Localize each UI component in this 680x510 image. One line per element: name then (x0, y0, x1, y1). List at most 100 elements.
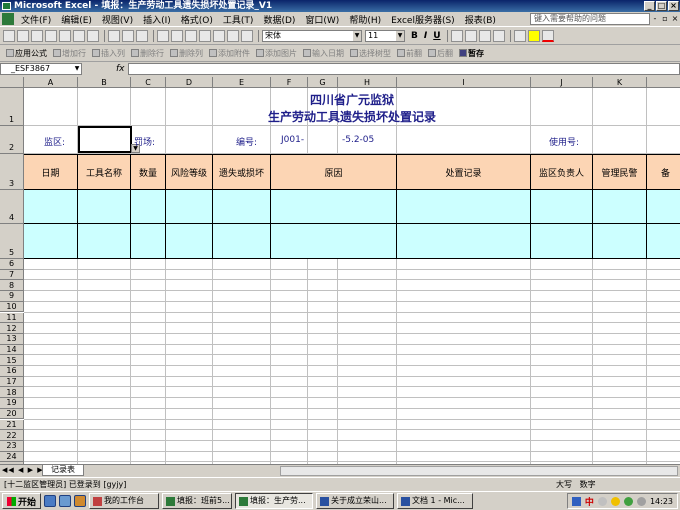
menu-report[interactable]: 报表(B) (460, 13, 501, 26)
row-header-18[interactable]: 18 (0, 387, 24, 399)
horizontal-scrollbar[interactable] (280, 466, 678, 476)
row-header-14[interactable]: 14 (0, 344, 24, 356)
menu-help[interactable]: 帮助(H) (344, 13, 386, 26)
row-header-5[interactable]: 5 (0, 224, 24, 259)
zoom-icon[interactable] (241, 30, 253, 42)
task-fill-production[interactable]: 填报：生产劳... (235, 493, 314, 509)
menu-window[interactable]: 窗口(W) (300, 13, 344, 26)
row-header-19[interactable]: 19 (0, 398, 24, 409)
menu-file[interactable]: 文件(F) (16, 13, 56, 26)
header-reason[interactable]: 原因 (271, 154, 397, 190)
task-about-rongshan[interactable]: 关于成立荣山... (316, 493, 395, 509)
header-disposal-record[interactable]: 处置记录 (397, 154, 531, 190)
row-header-1[interactable]: 1 (0, 88, 24, 126)
row-header-11[interactable]: 11 (0, 312, 24, 324)
column-header-h[interactable]: H (338, 77, 397, 88)
page-forward-button[interactable]: 后翻 (425, 48, 456, 59)
menu-tools[interactable]: 工具(T) (218, 13, 259, 26)
sort-ascending-icon[interactable] (213, 30, 225, 42)
hyperlink-icon[interactable] (185, 30, 197, 42)
spelling-icon[interactable] (87, 30, 99, 42)
column-header-g[interactable]: G (308, 77, 338, 88)
doc-minimize-icon[interactable]: - (651, 14, 659, 23)
table-row[interactable] (24, 190, 680, 224)
fill-color-icon[interactable] (527, 30, 540, 42)
borders-icon[interactable] (513, 30, 526, 42)
row-header-15[interactable]: 15 (0, 355, 24, 366)
header-area-manager[interactable]: 监区负责人 (531, 154, 593, 190)
font-color-icon[interactable] (541, 30, 554, 42)
menu-insert[interactable]: 插入(I) (138, 13, 176, 26)
help-search-input[interactable]: 键入需要帮助的问题 (530, 13, 650, 25)
font-size-select[interactable]: 11 ▼ (365, 30, 405, 42)
column-header-j[interactable]: J (531, 77, 593, 88)
header-remarks[interactable]: 备 (647, 154, 680, 190)
select-tree-button[interactable]: 选择树型 (347, 48, 394, 59)
header-date[interactable]: 日期 (24, 154, 78, 190)
print-icon[interactable] (59, 30, 71, 42)
show-desktop-icon[interactable] (59, 495, 72, 507)
copy-icon[interactable] (122, 30, 134, 42)
temp-save-button[interactable]: 暂存 (456, 48, 487, 59)
column-header-d[interactable]: D (166, 77, 213, 88)
row-header-21[interactable]: 21 (0, 419, 24, 431)
undo-icon[interactable] (157, 30, 169, 42)
volume-icon[interactable] (636, 496, 646, 506)
column-header-f[interactable]: F (271, 77, 308, 88)
input-date-button[interactable]: 输入日期 (300, 48, 347, 59)
row-header-4[interactable]: 4 (0, 190, 24, 224)
row-header-24[interactable]: 24 (0, 451, 24, 463)
header-quantity[interactable]: 数量 (131, 154, 166, 190)
menu-view[interactable]: 视图(V) (97, 13, 138, 26)
add-row-button[interactable]: 增加行 (50, 48, 89, 59)
merge-center-icon[interactable] (492, 30, 505, 42)
paste-icon[interactable] (136, 30, 148, 42)
area-input-cell[interactable] (78, 126, 132, 153)
row-header-2[interactable]: 2 (0, 126, 24, 154)
insert-column-button[interactable]: 插入列 (89, 48, 128, 59)
row-header-8[interactable]: 8 (0, 280, 24, 292)
row-header-10[interactable]: 10 (0, 301, 24, 313)
header-risk-level[interactable]: 风险等级 (166, 154, 213, 190)
column-header-k[interactable]: K (593, 77, 647, 88)
cut-icon[interactable] (108, 30, 120, 42)
close-button[interactable]: × (668, 1, 679, 11)
print-preview-icon[interactable] (73, 30, 85, 42)
font-name-select[interactable]: 宋体 ▼ (262, 30, 362, 42)
menu-edit[interactable]: 编辑(E) (56, 13, 97, 26)
table-row[interactable] (24, 224, 680, 259)
header-officer[interactable]: 管理民警 (593, 154, 647, 190)
add-attachment-button[interactable]: 添加附件 (206, 48, 253, 59)
task-document1[interactable]: 文档 1 - Mic... (397, 493, 474, 509)
start-button[interactable]: 开始 (2, 493, 42, 509)
column-header-c[interactable]: C (131, 77, 166, 88)
row-header-22[interactable]: 22 (0, 430, 24, 441)
row-header-20[interactable]: 20 (0, 408, 24, 420)
row-header-16[interactable]: 16 (0, 366, 24, 377)
open-folder-icon[interactable] (17, 30, 29, 42)
ime-indicator[interactable]: 中 (585, 495, 594, 508)
row-header-7[interactable]: 7 (0, 269, 24, 281)
permission-icon[interactable] (45, 30, 57, 42)
doc-restore-icon[interactable]: ▫ (661, 14, 669, 23)
chart-wizard-icon[interactable] (227, 30, 239, 42)
bold-button[interactable]: B (408, 31, 421, 41)
save-icon[interactable] (31, 30, 43, 42)
select-all-corner[interactable] (0, 77, 24, 88)
moon-icon[interactable] (597, 496, 607, 506)
header-tool-name[interactable]: 工具名称 (78, 154, 131, 190)
menu-data[interactable]: 数据(D) (258, 13, 300, 26)
row-header-3[interactable]: 3 (0, 154, 24, 190)
sheet-tab-record[interactable]: 记录表 (42, 465, 84, 476)
keyboard-icon[interactable] (571, 496, 581, 506)
worksheet-grid[interactable]: A B C D E F G H I J K 1 2 3 4 5 四川省广元监狱 … (0, 77, 680, 464)
italic-button[interactable]: I (421, 31, 430, 41)
row-header-13[interactable]: 13 (0, 333, 24, 345)
row-header-6[interactable]: 6 (0, 259, 24, 270)
fx-icon[interactable]: fx (116, 64, 125, 74)
autosum-icon[interactable] (199, 30, 211, 42)
align-left-icon[interactable] (450, 30, 463, 42)
column-header-e[interactable]: E (213, 77, 271, 88)
row-header-23[interactable]: 23 (0, 440, 24, 452)
column-header-l[interactable] (647, 77, 680, 88)
